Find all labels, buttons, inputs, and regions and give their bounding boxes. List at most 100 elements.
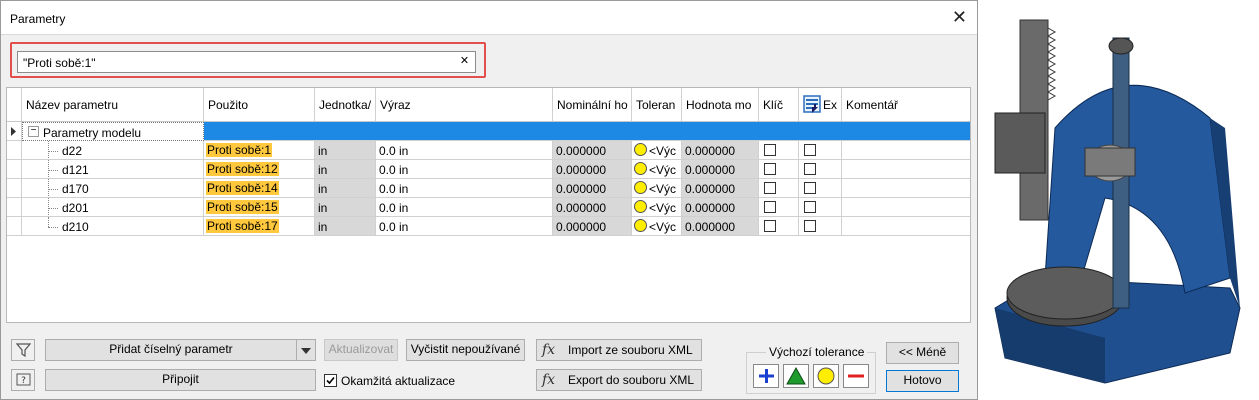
cell-comment[interactable]: [842, 198, 970, 217]
immediate-update-checkbox[interactable]: [324, 374, 337, 387]
cell-comment[interactable]: [842, 141, 970, 160]
row-header[interactable]: [7, 122, 22, 141]
import-xml-button[interactable]: fx Import ze souboru XML: [536, 339, 702, 361]
close-icon[interactable]: ✕: [952, 7, 967, 28]
row-header[interactable]: [7, 217, 22, 236]
column-header-used[interactable]: Použito: [204, 88, 315, 122]
cell-export[interactable]: [799, 179, 842, 198]
row-header[interactable]: [7, 160, 22, 179]
column-header-name[interactable]: Název parametru: [22, 88, 204, 122]
cell-comment[interactable]: [842, 217, 970, 236]
cell-name[interactable]: d121: [22, 160, 204, 179]
table-row[interactable]: d210 Proti sobě:17 in 0.0 in 0.000000 <Výc 0.0…: [7, 217, 970, 236]
link-button[interactable]: Připojit: [45, 369, 316, 391]
table-row[interactable]: d170 Proti sobě:14 in 0.0 in 0.000000 <Výc 0.0…: [7, 179, 970, 198]
cell-key[interactable]: [759, 179, 799, 198]
row-header[interactable]: [7, 179, 22, 198]
cell-expr[interactable]: 0.0 in: [376, 141, 553, 160]
key-checkbox[interactable]: [764, 163, 776, 175]
cell-name[interactable]: d22: [22, 141, 204, 160]
cell-tol[interactable]: <Výc: [632, 160, 682, 179]
cell-nominal[interactable]: 0.000000: [553, 198, 632, 217]
tolerance-upper-button[interactable]: [783, 364, 809, 388]
cell-model[interactable]: 0.000000: [682, 179, 759, 198]
cell-expr[interactable]: 0.0 in: [376, 217, 553, 236]
cell-tol[interactable]: <Výc: [632, 141, 682, 160]
cell-unit[interactable]: in: [315, 179, 376, 198]
cell-key[interactable]: [759, 160, 799, 179]
group-name-cell[interactable]: − Parametry modelu: [22, 122, 204, 141]
table-row[interactable]: d201 Proti sobě:15 in 0.0 in 0.000000 <Výc 0.0…: [7, 198, 970, 217]
cell-name[interactable]: d170: [22, 179, 204, 198]
export-checkbox[interactable]: [804, 220, 816, 232]
add-parameter-dropdown[interactable]: [296, 339, 316, 361]
cell-export[interactable]: [799, 198, 842, 217]
cell-tol[interactable]: <Výc: [632, 217, 682, 236]
cell-used[interactable]: Proti sobě:17: [204, 217, 315, 236]
cell-export[interactable]: [799, 141, 842, 160]
cell-unit[interactable]: in: [315, 141, 376, 160]
cell-used[interactable]: Proti sobě:14: [204, 179, 315, 198]
purge-unused-button[interactable]: Vyčistit nepoužívané: [406, 339, 525, 361]
cell-key[interactable]: [759, 198, 799, 217]
cell-model[interactable]: 0.000000: [682, 160, 759, 179]
cell-comment[interactable]: [842, 160, 970, 179]
key-checkbox[interactable]: [764, 220, 776, 232]
cell-name[interactable]: d201: [22, 198, 204, 217]
cell-export[interactable]: [799, 160, 842, 179]
less-button[interactable]: << Méně: [886, 342, 959, 364]
cell-model[interactable]: 0.000000: [682, 141, 759, 160]
cell-export[interactable]: [799, 217, 842, 236]
add-numeric-parameter-button[interactable]: Přidat číselný parametr: [45, 339, 297, 361]
cell-unit[interactable]: in: [315, 198, 376, 217]
cell-key[interactable]: [759, 141, 799, 160]
cell-nominal[interactable]: 0.000000: [553, 160, 632, 179]
tolerance-median-button[interactable]: [813, 364, 839, 388]
cell-used[interactable]: Proti sobě:15: [204, 198, 315, 217]
table-row[interactable]: d121 Proti sobě:12 in 0.0 in 0.000000 <Výc 0.0…: [7, 160, 970, 179]
cell-nominal[interactable]: 0.000000: [553, 217, 632, 236]
clear-search-icon[interactable]: ✕: [458, 55, 471, 68]
key-checkbox[interactable]: [764, 182, 776, 194]
cell-unit[interactable]: in: [315, 160, 376, 179]
group-row[interactable]: − Parametry modelu: [7, 122, 970, 141]
key-checkbox[interactable]: [764, 201, 776, 213]
export-xml-button[interactable]: fx Export do souboru XML: [536, 369, 702, 391]
export-checkbox[interactable]: [804, 182, 816, 194]
cell-nominal[interactable]: 0.000000: [553, 141, 632, 160]
row-header[interactable]: [7, 198, 22, 217]
column-header-tolerance[interactable]: Toleran: [632, 88, 682, 122]
tolerance-lower-button[interactable]: [843, 364, 869, 388]
export-checkbox[interactable]: [804, 201, 816, 213]
cell-tol[interactable]: <Výc: [632, 179, 682, 198]
cell-model[interactable]: 0.000000: [682, 198, 759, 217]
cell-comment[interactable]: [842, 179, 970, 198]
cell-expr[interactable]: 0.0 in: [376, 160, 553, 179]
column-header-comment[interactable]: Komentář: [842, 88, 970, 122]
cell-expr[interactable]: 0.0 in: [376, 179, 553, 198]
column-header-expression[interactable]: Výraz: [376, 88, 553, 122]
row-header[interactable]: [7, 141, 22, 160]
column-header-nominal[interactable]: Nominální ho: [553, 88, 632, 122]
search-input[interactable]: "Proti sobě:1" ✕: [17, 51, 476, 73]
export-checkbox[interactable]: [804, 144, 816, 156]
cell-name[interactable]: d210: [22, 217, 204, 236]
column-header-unit[interactable]: Jednotka/: [315, 88, 376, 122]
cell-tol[interactable]: <Výc: [632, 198, 682, 217]
cell-used[interactable]: Proti sobě:1: [204, 141, 315, 160]
cell-expr[interactable]: 0.0 in: [376, 198, 553, 217]
cell-nominal[interactable]: 0.000000: [553, 179, 632, 198]
filter-button[interactable]: [11, 339, 35, 361]
done-button[interactable]: Hotovo: [886, 370, 959, 392]
column-header-model-value[interactable]: Hodnota mo: [682, 88, 759, 122]
cell-unit[interactable]: in: [315, 217, 376, 236]
column-header-key[interactable]: Klíč: [759, 88, 799, 122]
tolerance-symmetric-button[interactable]: [753, 364, 779, 388]
cell-key[interactable]: [759, 217, 799, 236]
table-row[interactable]: d22 Proti sobě:1 in 0.0 in 0.000000 <Výc 0.000…: [7, 141, 970, 160]
help-button[interactable]: ?: [11, 369, 35, 391]
collapse-group-icon[interactable]: −: [28, 126, 39, 137]
cell-model[interactable]: 0.000000: [682, 217, 759, 236]
export-checkbox[interactable]: [804, 163, 816, 175]
key-checkbox[interactable]: [764, 144, 776, 156]
